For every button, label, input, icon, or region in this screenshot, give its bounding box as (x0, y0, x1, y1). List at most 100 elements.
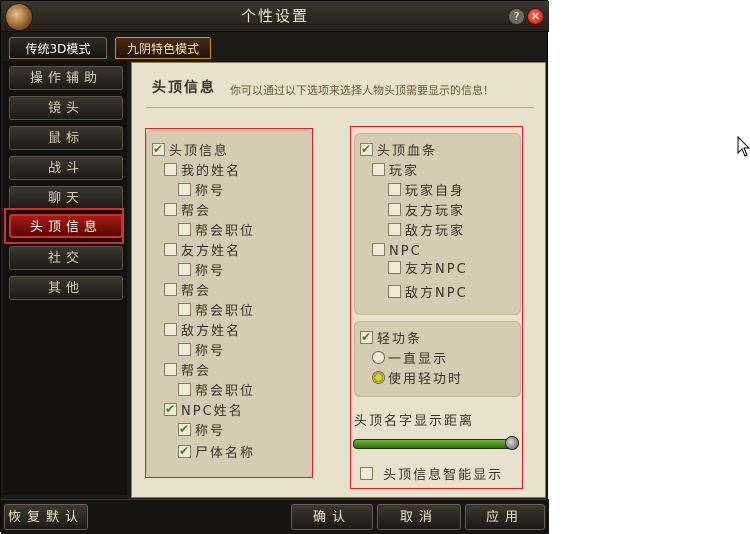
bottom-bar: 恢复默认 确认 取消 应用 (1, 499, 549, 534)
checkbox-icon[interactable] (372, 243, 385, 256)
sidebar-item-combat[interactable]: 战斗 (9, 156, 123, 180)
checkbox-label: 敌方玩家 (405, 224, 466, 239)
radio-label: 一直显示 (388, 352, 449, 367)
checkbox-friendly-player[interactable]: 友方玩家 (388, 203, 465, 221)
checkbox-enemy-name[interactable]: 敌方姓名 (164, 323, 241, 341)
divider (146, 107, 534, 108)
checkbox-icon[interactable] (178, 183, 191, 196)
checkbox-label: 敌方NPC (405, 286, 468, 301)
checkbox-npc[interactable]: NPC (372, 243, 422, 261)
checkbox-icon[interactable] (360, 467, 373, 480)
sidebar-item-social[interactable]: 社交 (9, 246, 123, 270)
checkbox-icon[interactable] (164, 283, 177, 296)
checkbox-label: 敌方姓名 (181, 324, 242, 339)
main-panel: 头顶信息 你可以通过以下选项来选择人物头顶需要显示的信息！ 头顶信息 我的姓名 … (131, 62, 546, 498)
checkbox-npc-title[interactable]: 称号 (178, 420, 226, 441)
checkbox-icon[interactable] (164, 400, 177, 418)
checkbox-label: 头顶信息智能显示 (383, 468, 504, 483)
checkbox-player[interactable]: 玩家 (372, 163, 419, 181)
confirm-button[interactable]: 确认 (291, 504, 373, 530)
checkbox-friend-name[interactable]: 友方姓名 (164, 243, 241, 261)
checkbox-npc-name[interactable]: NPC姓名 (164, 400, 244, 421)
checkbox-icon[interactable] (360, 328, 373, 346)
checkbox-icon[interactable] (164, 163, 177, 176)
sidebar-item-camera[interactable]: 镜头 (9, 96, 123, 120)
radio-always-show[interactable]: 一直显示 (372, 351, 448, 369)
checkbox-self[interactable]: 玩家自身 (388, 183, 465, 201)
close-icon[interactable]: ✕ (527, 8, 544, 25)
checkbox-label: 帮会职位 (195, 304, 256, 319)
checkbox-icon[interactable] (388, 203, 401, 216)
cancel-button[interactable]: 取消 (377, 504, 461, 530)
checkbox-icon[interactable] (178, 383, 191, 396)
checkbox-icon[interactable] (178, 263, 191, 276)
checkbox-my-guild[interactable]: 帮会 (164, 203, 211, 221)
checkbox-qinggong-bar[interactable]: 轻功条 (360, 328, 422, 349)
radio-icon[interactable] (372, 351, 385, 364)
tab-jiuyin-mode[interactable]: 九阴特色模式 (115, 37, 211, 59)
checkbox-head-info[interactable]: 头顶信息 (152, 140, 230, 161)
radio-show-when-using[interactable]: 使用轻功时 (372, 371, 463, 389)
sidebar-item-operation-assist[interactable]: 操作辅助 (9, 66, 123, 90)
checkbox-icon[interactable] (360, 140, 373, 158)
checkbox-friend-guild[interactable]: 帮会 (164, 283, 211, 301)
checkbox-label: 头顶信息 (169, 144, 230, 159)
checkbox-icon[interactable] (164, 363, 177, 376)
page-description: 你可以通过以下选项来选择人物头顶需要显示的信息！ (230, 84, 494, 97)
checkbox-icon[interactable] (178, 303, 191, 316)
radio-icon[interactable] (372, 371, 385, 384)
help-icon[interactable]: ? (508, 8, 525, 25)
checkbox-label: 称号 (195, 184, 226, 199)
checkbox-label: 友方姓名 (181, 244, 242, 259)
checkbox-my-name[interactable]: 我的姓名 (164, 163, 241, 181)
checkbox-enemy-player[interactable]: 敌方玩家 (388, 223, 465, 241)
sidebar-item-mouse[interactable]: 鼠标 (9, 126, 123, 150)
apply-button[interactable]: 应用 (465, 504, 545, 530)
title-bar[interactable]: 个性设置 ? ✕ (1, 1, 549, 32)
distance-slider[interactable] (353, 439, 517, 449)
checkbox-smart-display[interactable]: 头顶信息智能显示 (360, 467, 503, 485)
checkbox-icon[interactable] (164, 323, 177, 336)
checkbox-enemy-guild[interactable]: 帮会 (164, 363, 211, 381)
checkbox-label: 帮会 (181, 204, 212, 219)
checkbox-icon[interactable] (152, 140, 165, 158)
checkbox-my-guild-position[interactable]: 帮会职位 (178, 223, 255, 241)
checkbox-icon[interactable] (388, 261, 401, 274)
checkbox-friend-guild-position[interactable]: 帮会职位 (178, 303, 255, 321)
tab-classic-3d-mode[interactable]: 传统3D模式 (9, 37, 107, 59)
checkbox-icon[interactable] (178, 420, 191, 438)
checkbox-label: 头顶血条 (377, 144, 438, 159)
checkbox-label: 我的姓名 (181, 164, 242, 179)
checkbox-label: 友方玩家 (405, 204, 466, 219)
checkbox-icon[interactable] (178, 343, 191, 356)
distance-label: 头顶名字显示距离 (354, 414, 475, 429)
checkbox-friend-title[interactable]: 称号 (178, 263, 225, 281)
checkbox-hp-bar[interactable]: 头顶血条 (360, 140, 438, 161)
checkbox-corpse-name[interactable]: 尸体名称 (178, 442, 255, 463)
checkbox-my-title[interactable]: 称号 (178, 183, 225, 201)
sidebar: 操作辅助 镜头 鼠标 战斗 聊天 头顶信息 社交 其他 (3, 61, 127, 495)
sidebar-highlight (4, 208, 124, 244)
checkbox-icon[interactable] (388, 183, 401, 196)
checkbox-enemy-npc[interactable]: 敌方NPC (388, 285, 468, 303)
checkbox-icon[interactable] (178, 223, 191, 236)
checkbox-icon[interactable] (372, 163, 385, 176)
distance-slider-handle[interactable] (505, 436, 519, 450)
checkbox-label: 帮会职位 (195, 224, 256, 239)
sidebar-item-chat[interactable]: 聊天 (9, 186, 123, 210)
checkbox-enemy-guild-position[interactable]: 帮会职位 (178, 383, 255, 401)
checkbox-icon[interactable] (388, 285, 401, 298)
sidebar-item-other[interactable]: 其他 (9, 276, 123, 300)
checkbox-icon[interactable] (164, 243, 177, 256)
checkbox-label: 玩家 (389, 164, 420, 179)
checkbox-label: 称号 (195, 264, 226, 279)
checkbox-label: 称号 (195, 424, 226, 439)
checkbox-label: 帮会职位 (195, 384, 256, 399)
window-title: 个性设置 (240, 7, 309, 25)
reset-default-button[interactable]: 恢复默认 (4, 504, 88, 530)
checkbox-icon[interactable] (178, 442, 191, 460)
checkbox-icon[interactable] (388, 223, 401, 236)
checkbox-friendly-npc[interactable]: 友方NPC (388, 261, 468, 279)
checkbox-icon[interactable] (164, 203, 177, 216)
checkbox-enemy-title[interactable]: 称号 (178, 343, 225, 361)
